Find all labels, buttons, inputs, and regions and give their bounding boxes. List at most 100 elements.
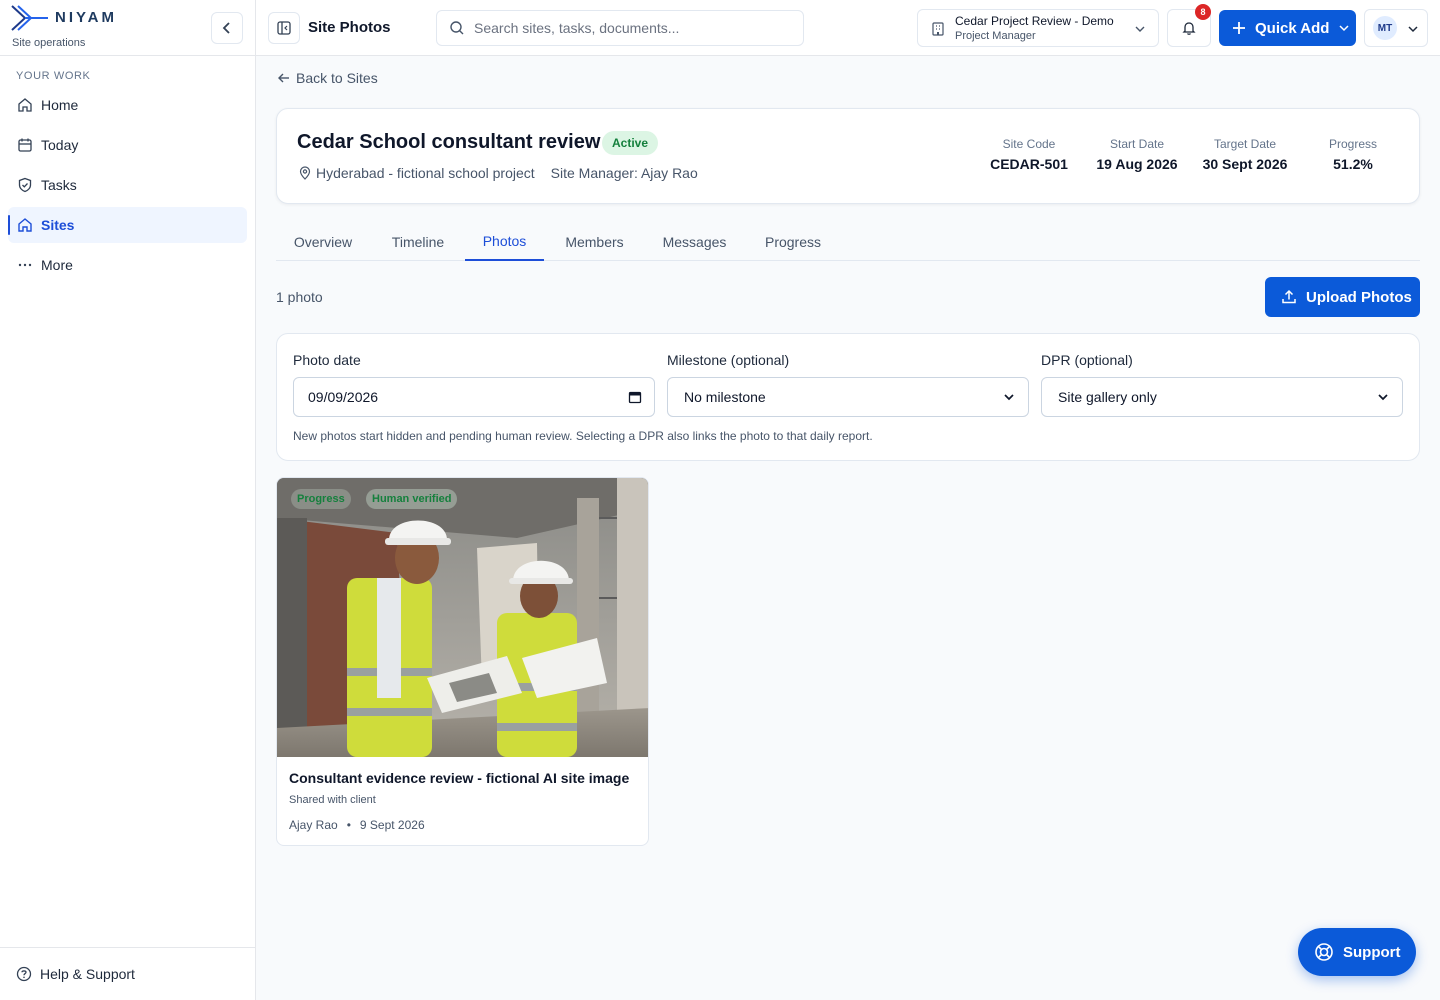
arrow-left-icon bbox=[278, 73, 289, 83]
photo-date-value: 09/09/2026 bbox=[308, 389, 379, 405]
tab-members[interactable]: Members bbox=[550, 222, 639, 261]
section-label: YOUR WORK bbox=[16, 70, 91, 82]
sidebar-item-label: More bbox=[41, 257, 73, 273]
photo-date-input[interactable]: 09/09/2026 bbox=[293, 377, 655, 417]
site-title: Cedar School consultant review bbox=[297, 131, 601, 153]
sidebar-item-today[interactable]: Today bbox=[8, 127, 247, 163]
tab-progress[interactable]: Progress bbox=[749, 222, 837, 261]
photo-upload-options: Photo date 09/09/2026 Milestone (optiona… bbox=[276, 333, 1420, 461]
tab-photos[interactable]: Photos bbox=[465, 222, 544, 261]
help-support-label: Help & Support bbox=[40, 966, 135, 982]
milestone-label: Milestone (optional) bbox=[667, 352, 790, 368]
user-menu-button[interactable]: MT bbox=[1364, 9, 1428, 47]
stat-site-code: Site Code CEDAR-501 bbox=[979, 137, 1079, 172]
stat-progress: Progress 51.2% bbox=[1313, 137, 1393, 172]
toggle-panel-button[interactable] bbox=[268, 12, 300, 44]
project-switcher[interactable]: Cedar Project Review - Demo Project Mana… bbox=[917, 9, 1159, 47]
photo-sharing-status: Shared with client bbox=[289, 794, 376, 806]
sidebar-item-label: Tasks bbox=[41, 177, 77, 193]
meta-separator: • bbox=[346, 818, 351, 832]
help-support-link[interactable]: Help & Support bbox=[0, 947, 255, 1000]
dpr-value: Site gallery only bbox=[1058, 389, 1157, 405]
notification-badge: 8 bbox=[1195, 4, 1211, 20]
back-to-sites-link[interactable]: Back to Sites bbox=[277, 70, 378, 86]
photo-meta: Ajay Rao • 9 Sept 2026 bbox=[289, 818, 425, 832]
collapse-sidebar-button[interactable] bbox=[211, 12, 243, 44]
shield-check-icon bbox=[18, 177, 32, 193]
chevron-down-icon bbox=[1004, 394, 1014, 401]
map-pin-icon bbox=[299, 166, 311, 180]
notifications-button[interactable]: 8 bbox=[1167, 4, 1211, 47]
calendar-icon[interactable] bbox=[628, 390, 642, 404]
sidebar-nav: Home Today Tasks Sites More bbox=[8, 87, 247, 287]
lifebuoy-icon bbox=[1315, 943, 1333, 961]
search-box[interactable] bbox=[436, 10, 804, 46]
home-icon bbox=[18, 218, 32, 232]
photo-date: 9 Sept 2026 bbox=[359, 818, 425, 832]
sidebar-item-sites[interactable]: Sites bbox=[8, 207, 247, 243]
sidebar-item-label: Today bbox=[41, 137, 79, 153]
stat-value: 51.2% bbox=[1333, 156, 1373, 172]
tab-overview[interactable]: Overview bbox=[276, 222, 370, 261]
stat-start-date: Start Date 19 Aug 2026 bbox=[1087, 137, 1187, 172]
sidebar-item-tasks[interactable]: Tasks bbox=[8, 167, 247, 203]
dpr-label: DPR (optional) bbox=[1041, 352, 1133, 368]
bell-icon bbox=[1182, 22, 1196, 35]
sidebar-item-label: Sites bbox=[41, 217, 75, 233]
photo-date-label: Photo date bbox=[293, 352, 361, 368]
site-manager: Site Manager: Ajay Rao bbox=[550, 165, 698, 181]
quick-add-label: Quick Add bbox=[1255, 19, 1330, 37]
brand-name: NIYAM bbox=[55, 9, 117, 26]
chevron-left-icon bbox=[222, 22, 230, 34]
project-role: Project Manager bbox=[955, 30, 1036, 42]
brand-header: NIYAM Site operations bbox=[0, 0, 255, 56]
sidebar-item-home[interactable]: Home bbox=[8, 87, 247, 123]
stat-value: 30 Sept 2026 bbox=[1202, 156, 1288, 172]
avatar: MT bbox=[1373, 16, 1397, 40]
status-badge: Active bbox=[602, 131, 659, 155]
stat-label: Start Date bbox=[1109, 137, 1165, 151]
upload-label: Upload Photos bbox=[1306, 288, 1412, 306]
quick-add-button[interactable]: Quick Add bbox=[1219, 10, 1356, 46]
chevron-down-icon bbox=[1135, 26, 1145, 32]
photo-author: Ajay Rao bbox=[289, 818, 338, 832]
photo-tag-verified: Human verified bbox=[366, 489, 458, 509]
site-photo-image[interactable] bbox=[277, 478, 649, 757]
help-circle-icon bbox=[16, 966, 32, 982]
stat-label: Target Date bbox=[1213, 137, 1277, 151]
search-input[interactable] bbox=[474, 20, 794, 36]
search-icon bbox=[450, 21, 464, 35]
stat-value: CEDAR-501 bbox=[990, 156, 1068, 172]
photo-tag-progress: Progress bbox=[291, 489, 351, 509]
site-location: Hyderabad - fictional school project bbox=[316, 165, 535, 181]
plus-icon bbox=[1233, 22, 1245, 34]
chevron-down-icon bbox=[1339, 25, 1349, 32]
milestone-select[interactable]: No milestone bbox=[667, 377, 1029, 417]
upload-hint: New photos start hidden and pending huma… bbox=[293, 429, 873, 443]
calendar-icon bbox=[18, 138, 32, 152]
tab-timeline[interactable]: Timeline bbox=[374, 222, 462, 261]
more-icon bbox=[18, 263, 32, 267]
support-label: Support bbox=[1343, 943, 1401, 961]
site-tabs: Overview Timeline Photos Members Message… bbox=[276, 222, 1420, 261]
tab-messages[interactable]: Messages bbox=[646, 222, 743, 261]
project-name: Cedar Project Review - Demo bbox=[955, 14, 1114, 28]
sidebar-item-label: Home bbox=[41, 97, 79, 113]
stat-label: Progress bbox=[1328, 137, 1378, 151]
stat-value: 19 Aug 2026 bbox=[1096, 156, 1178, 172]
back-label: Back to Sites bbox=[296, 70, 378, 86]
dpr-select[interactable]: Site gallery only bbox=[1041, 377, 1403, 417]
stat-target-date: Target Date 30 Sept 2026 bbox=[1189, 137, 1301, 172]
page-title: Site Photos bbox=[308, 19, 391, 36]
sidebar: NIYAM Site operations YOUR WORK Home Tod… bbox=[0, 0, 256, 1000]
upload-photos-button[interactable]: Upload Photos bbox=[1265, 277, 1420, 317]
top-header: Site Photos Cedar Project Review - Demo … bbox=[256, 0, 1440, 56]
panel-left-icon bbox=[277, 21, 291, 35]
site-summary-card: Cedar School consultant review Active Hy… bbox=[276, 108, 1420, 204]
stat-label: Site Code bbox=[1002, 137, 1056, 151]
sidebar-item-more[interactable]: More bbox=[8, 247, 247, 283]
niyam-logo-icon bbox=[11, 5, 48, 31]
photo-title: Consultant evidence review - fictional A… bbox=[289, 770, 630, 786]
support-button[interactable]: Support bbox=[1298, 928, 1416, 976]
photo-card[interactable]: Progress Human verified Consultant evide… bbox=[276, 477, 649, 846]
